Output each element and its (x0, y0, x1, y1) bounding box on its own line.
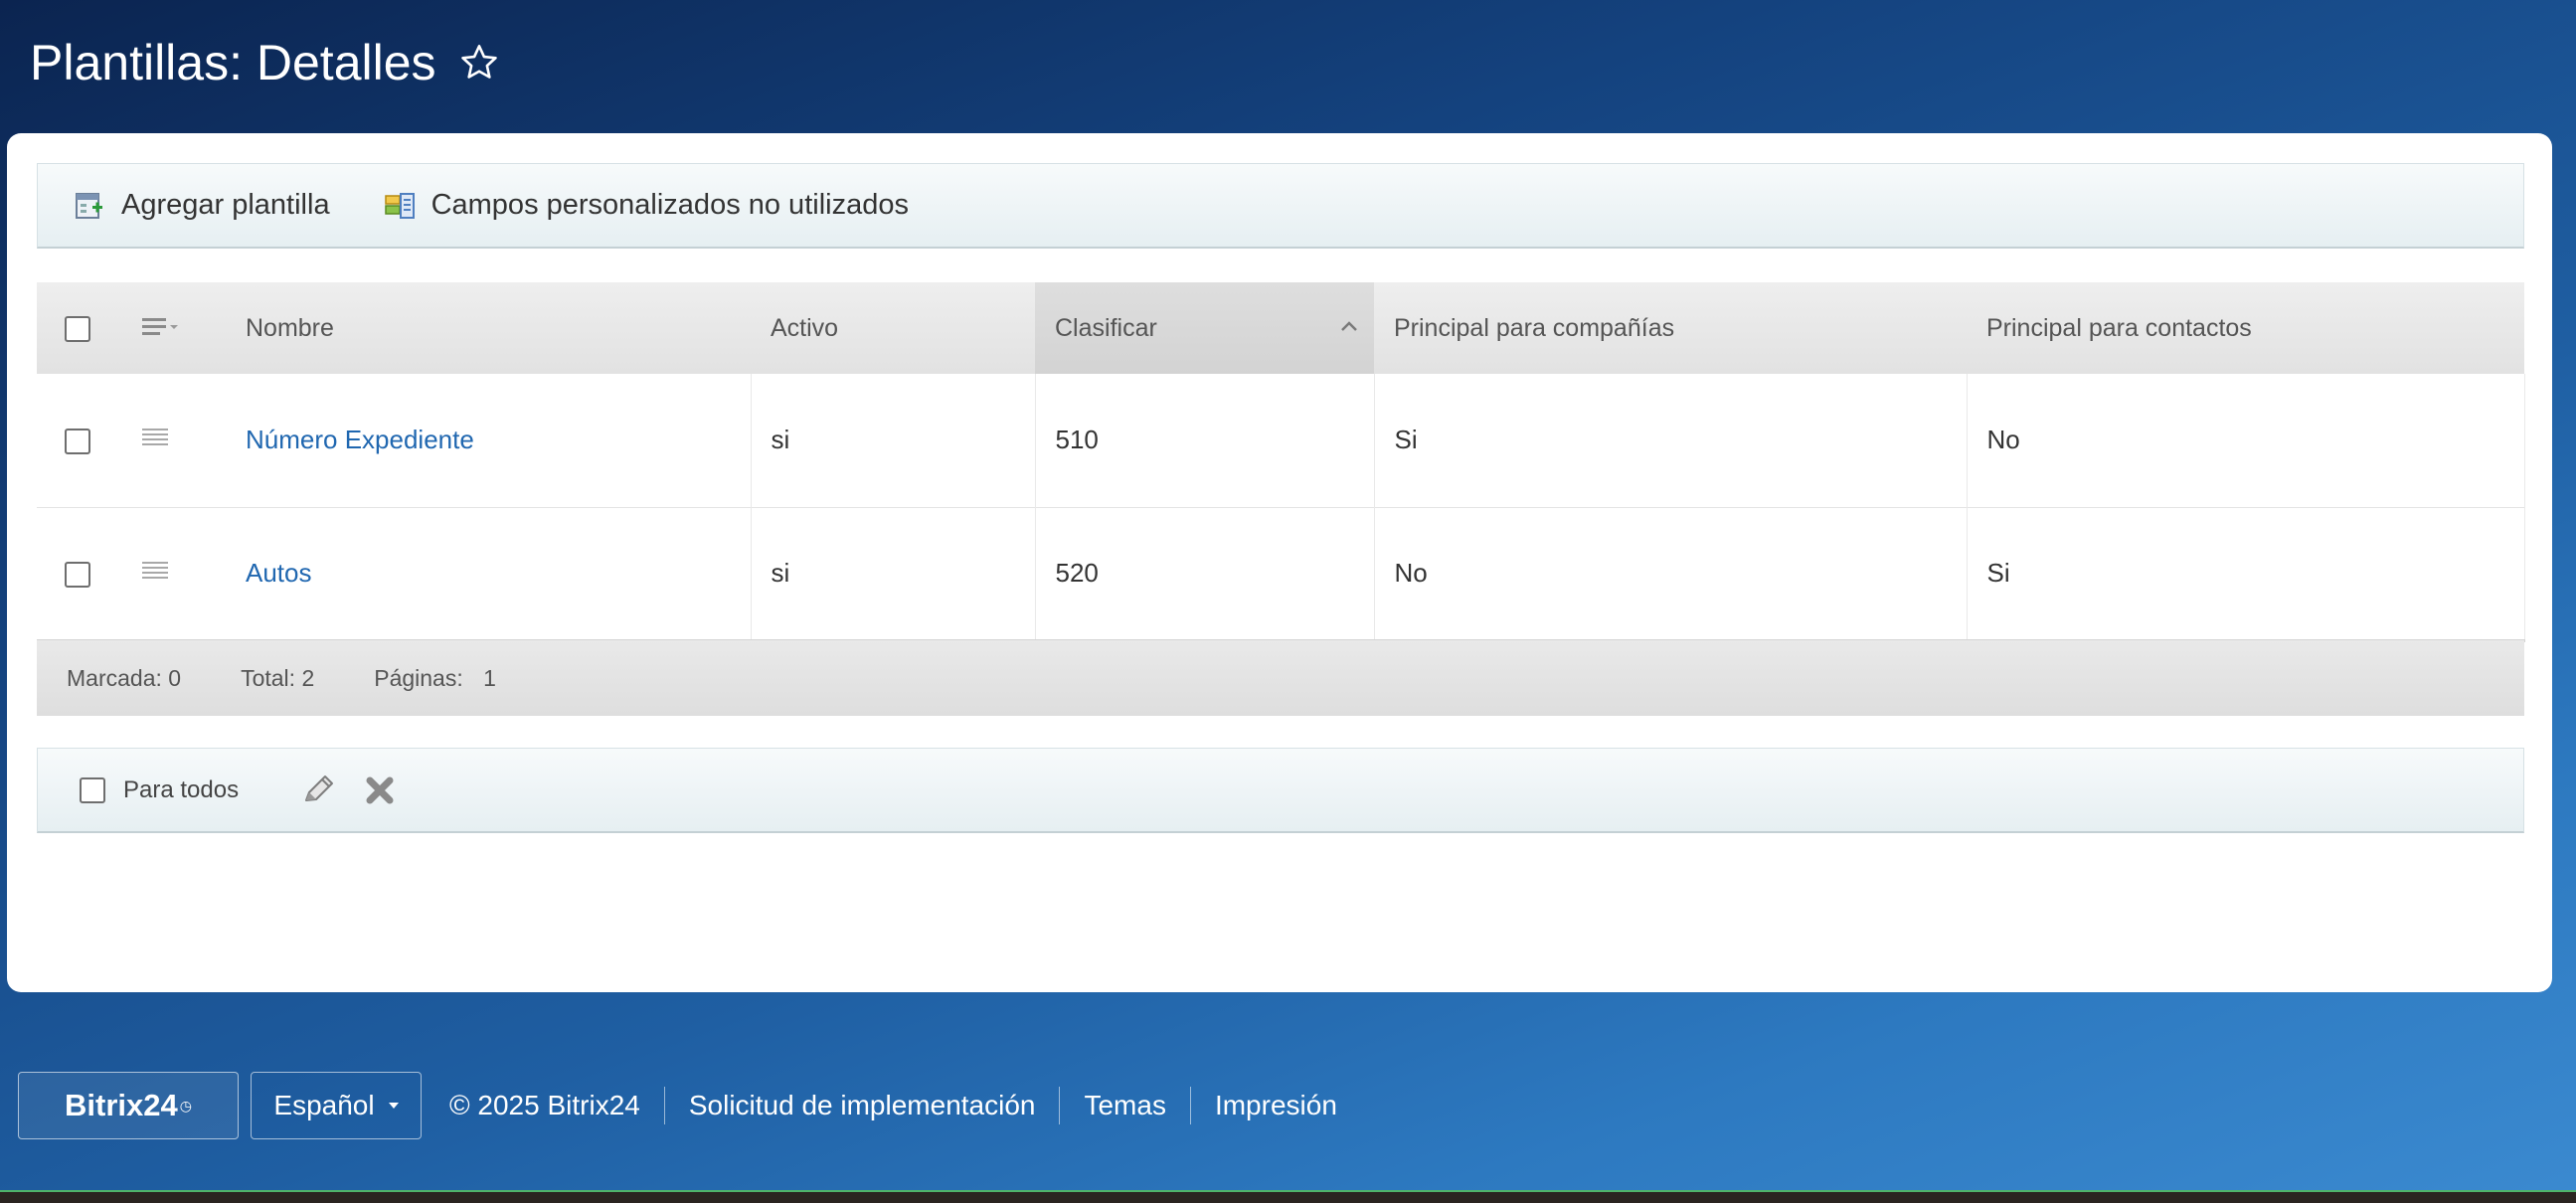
header-select-all[interactable] (37, 282, 116, 374)
pages-value: 1 (483, 664, 496, 691)
language-label: Español (273, 1090, 375, 1120)
total-label: Total: (241, 664, 296, 691)
templates-grid: Nombre Activo Clasificar Principal para … (37, 282, 2525, 642)
divider (1189, 1087, 1191, 1124)
cell-sort: 520 (1035, 507, 1375, 640)
row-checkbox[interactable] (65, 429, 90, 455)
star-icon[interactable] (458, 42, 500, 84)
cell-active: si (751, 374, 1036, 507)
template-link[interactable]: Autos (246, 558, 312, 588)
pages-label: Páginas: (374, 664, 463, 691)
marked-value: 0 (168, 664, 182, 691)
table-row: Número Expediente si 510 Si No (37, 374, 2525, 507)
total-count: Total: 2 (241, 665, 314, 692)
for-all-checkbox[interactable] (80, 776, 105, 803)
row-select-cell[interactable] (37, 374, 116, 507)
add-template-button[interactable]: Agregar plantilla (74, 189, 330, 222)
column-header-clasificar[interactable]: Clasificar (1035, 282, 1374, 374)
taskbar-edge (0, 1190, 2576, 1203)
cell-main-contacts: Si (1967, 507, 2525, 640)
edit-pencil-icon[interactable] (300, 773, 336, 808)
main-card: Agregar plantilla Campos personalizados … (7, 133, 2552, 992)
column-header-nombre[interactable]: Nombre (226, 282, 751, 374)
footer-link-themes[interactable]: Temas (1084, 1090, 1165, 1121)
cell-name: Número Expediente (226, 374, 752, 507)
cell-main-companies: Si (1374, 374, 1968, 507)
delete-x-icon[interactable] (362, 773, 398, 808)
toolbar: Agregar plantilla Campos personalizados … (37, 163, 2524, 249)
unused-fields-button[interactable]: Campos personalizados no utilizados (384, 189, 909, 222)
group-actions-bar: Para todos (37, 748, 2524, 833)
title-bar: Plantillas: Detalles (30, 28, 500, 97)
marked-label: Marcada: (67, 664, 162, 691)
total-value: 2 (301, 664, 315, 691)
add-template-icon (76, 192, 102, 219)
column-header-main-companies[interactable]: Principal para compañías (1374, 282, 1967, 374)
footer-link-print[interactable]: Impresión (1215, 1090, 1337, 1121)
pages-count: Páginas: 1 (374, 665, 496, 692)
chevron-down-icon (388, 1103, 399, 1109)
sort-ascending-icon (1341, 321, 1357, 331)
column-header-main-contacts[interactable]: Principal para contactos (1967, 282, 2524, 374)
custom-fields-icon (384, 192, 415, 219)
divider (1059, 1087, 1061, 1124)
row-actions-icon[interactable] (142, 427, 168, 448)
cell-main-contacts: No (1967, 374, 2525, 507)
cell-active: si (751, 507, 1036, 640)
cell-name: Autos (226, 507, 752, 640)
table-row: Autos si 520 No Si (37, 507, 2525, 640)
language-selector[interactable]: Español (251, 1072, 422, 1139)
grid-footer: Marcada: 0 Total: 2 Páginas: 1 (37, 640, 2524, 716)
site-footer: Bitrix24 ◷ Español © 2025 Bitrix24 Solici… (18, 1072, 1337, 1139)
template-link[interactable]: Número Expediente (246, 425, 474, 454)
header-settings[interactable] (116, 282, 226, 374)
cell-sort: 510 (1035, 374, 1375, 507)
copyright: © 2025 Bitrix24 (449, 1090, 640, 1120)
for-all-toggle[interactable]: Para todos (80, 776, 239, 804)
bitrix24-logo-button[interactable]: Bitrix24 ◷ (18, 1072, 239, 1139)
cell-main-companies: No (1374, 507, 1968, 640)
unused-fields-label: Campos personalizados no utilizados (430, 189, 909, 221)
column-header-clasificar-label: Clasificar (1055, 313, 1157, 342)
clock-icon: ◷ (179, 1097, 192, 1114)
row-menu-cell[interactable] (116, 507, 226, 640)
for-all-label: Para todos (123, 775, 240, 803)
marked-count: Marcada: 0 (67, 665, 181, 692)
divider (663, 1087, 665, 1124)
footer-link-implementation[interactable]: Solicitud de implementación (689, 1090, 1036, 1121)
column-settings-icon[interactable] (142, 316, 182, 340)
page-title: Plantillas: Detalles (30, 35, 436, 90)
grid-header: Nombre Activo Clasificar Principal para … (37, 282, 2524, 374)
brand-label: Bitrix24 (65, 1088, 178, 1122)
add-template-label: Agregar plantilla (121, 189, 330, 221)
select-all-checkbox[interactable] (65, 315, 90, 342)
row-actions-icon[interactable] (142, 560, 168, 582)
row-checkbox[interactable] (65, 562, 90, 589)
column-header-activo[interactable]: Activo (751, 282, 1035, 374)
row-menu-cell[interactable] (116, 374, 226, 507)
row-select-cell[interactable] (37, 507, 116, 640)
